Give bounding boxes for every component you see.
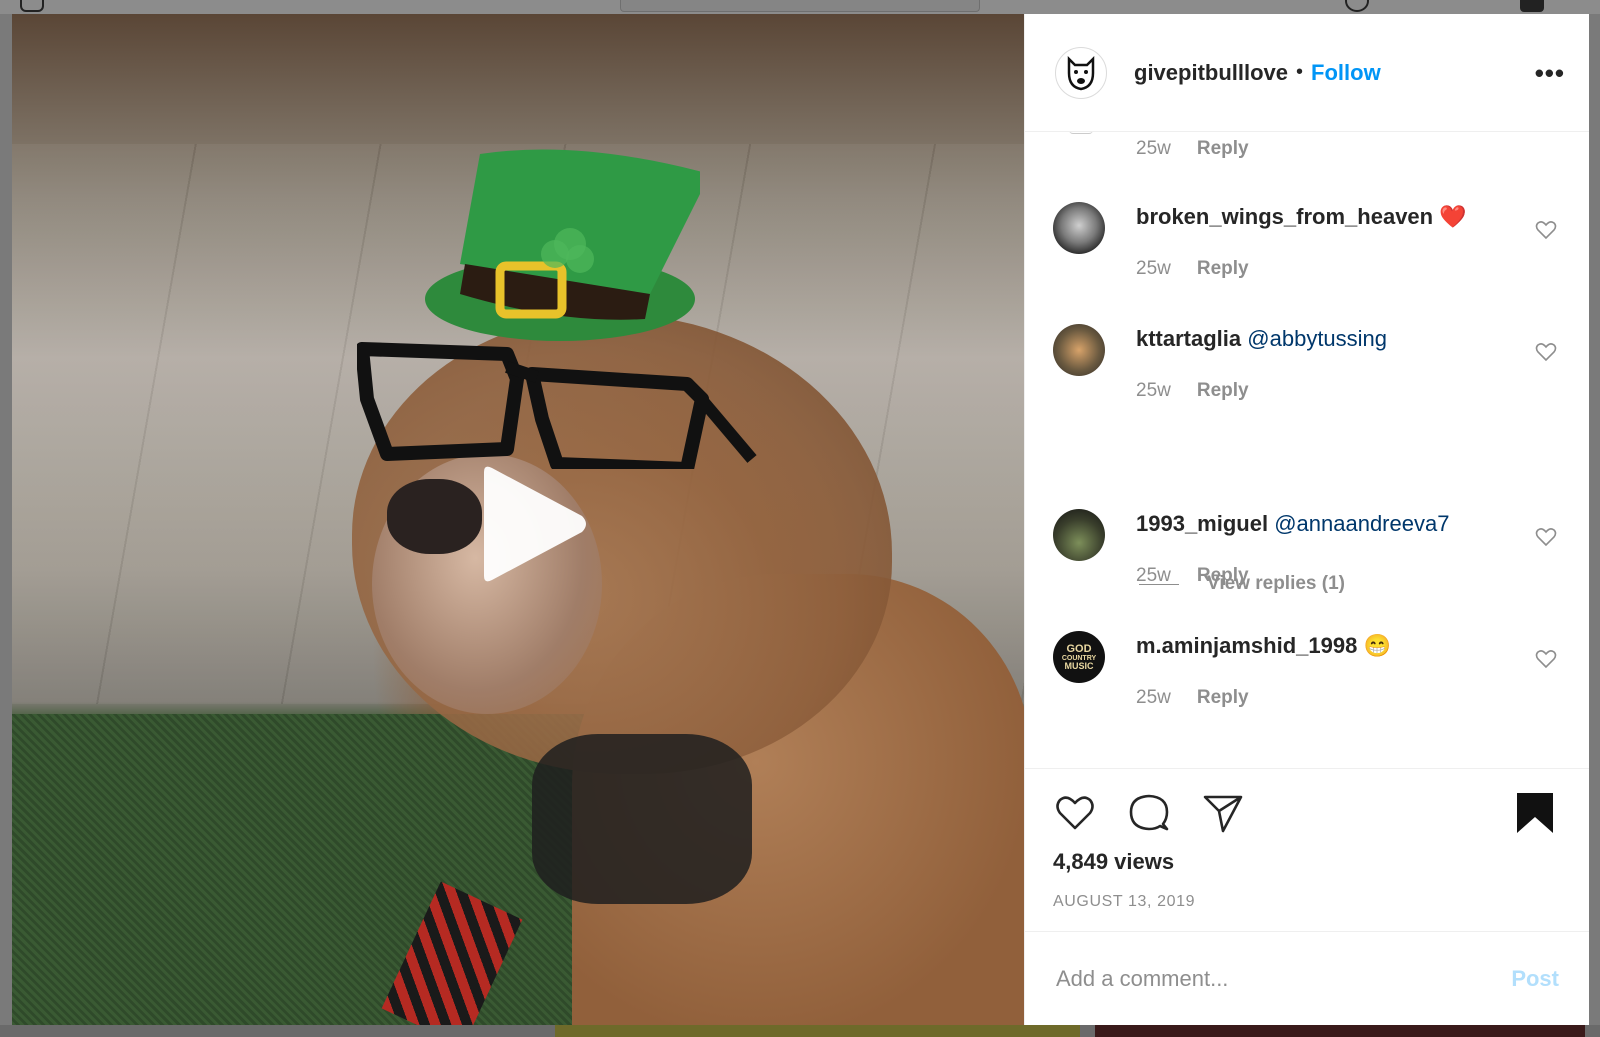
reply-button[interactable]: Reply [1197,687,1249,709]
commenter-avatar[interactable] [1053,324,1105,376]
commenter-username[interactable]: m.aminjamshid_1998 [1136,633,1357,658]
commenter-avatar[interactable] [1053,202,1105,254]
comment-time: 25w [1136,380,1171,401]
background-explore-icon [1345,0,1369,12]
heart-icon[interactable] [1534,647,1558,671]
post-sidebar: givepitbulllove • Follow ••• 25w Reply b… [1024,14,1589,1025]
comment-item: broken_wings_from_heaven ❤️ 25w Reply [1025,202,1589,302]
comment-mention[interactable]: @annaandreeva7 [1274,511,1449,536]
comment-mention[interactable]: @abbytussing [1247,326,1387,351]
follow-button[interactable]: Follow [1311,60,1381,86]
comment-time: 25w [1136,687,1171,708]
heart-icon[interactable] [1053,791,1097,835]
comment-text: m.aminjamshid_1998 😁 [1136,633,1391,659]
comment-input[interactable] [1056,965,1512,992]
video-leprechaun-hat [425,149,700,341]
avatar-badge-line: GOD [1066,642,1092,655]
comment-meta: 25w Reply [1136,565,1249,587]
heart-icon[interactable] [1534,218,1558,242]
header-separator: • [1296,61,1304,83]
author-username[interactable]: givepitbulllove [1134,60,1288,86]
comment-meta: 25w Reply [1136,687,1249,709]
author-avatar[interactable] [1055,46,1107,99]
video-glasses [357,342,757,469]
comment-time: 25w [1136,258,1171,279]
comment-icon[interactable] [1127,791,1171,835]
comments-list[interactable]: 25w Reply broken_wings_from_heaven ❤️ 25… [1025,132,1589,768]
comment-text: broken_wings_from_heaven ❤️ [1136,204,1467,230]
comment-item: GOD COUNTRY MUSIC m.aminjamshid_1998 😁 2… [1025,631,1589,731]
video-dog-nose [387,479,482,554]
comment-composer: Post [1025,931,1589,1025]
more-options-button[interactable]: ••• [1535,60,1565,86]
paper-plane-icon[interactable] [1201,791,1245,835]
reply-button[interactable]: Reply [1197,258,1249,280]
video-dog-harness [532,734,752,904]
bookmark-icon[interactable] [1513,791,1557,835]
commenter-username[interactable]: broken_wings_from_heaven [1136,204,1433,229]
post-video[interactable] [12,14,1024,1025]
comment-meta: 25w Reply [1136,380,1249,402]
avatar-badge-line: MUSIC [1064,660,1094,671]
partial-comment-meta: 25w Reply [1136,138,1249,160]
commenter-avatar[interactable]: GOD COUNTRY MUSIC [1053,631,1105,683]
post-comment-button[interactable]: Post [1511,966,1559,992]
post-modal: givepitbulllove • Follow ••• 25w Reply b… [12,14,1589,1025]
heart-icon[interactable] [1534,525,1558,549]
heart-icon[interactable] [1534,340,1558,364]
comment-text: kttartaglia @abbytussing [1136,326,1387,352]
comment-meta: 25w Reply [1136,258,1249,280]
background-profile-icon [1520,0,1544,12]
post-header: givepitbulllove • Follow ••• [1025,14,1589,132]
background-logo-icon [20,0,44,12]
reply-button[interactable]: Reply [1197,138,1249,160]
comment-emoji: ❤️ [1439,204,1467,229]
comment-item: kttartaglia @abbytussing 25w Reply [1025,324,1589,424]
comment-text: 1993_miguel @annaandreeva7 [1136,511,1449,537]
pitbull-logo-icon [1067,55,1095,90]
commenter-avatar[interactable] [1053,509,1105,561]
play-icon[interactable] [472,464,592,584]
post-actions: 4,849 views AUGUST 13, 2019 [1025,768,1589,931]
comment-item: 1993_miguel @annaandreeva7 25w Reply [1025,509,1589,609]
background-page-grid [0,1025,1600,1037]
view-count[interactable]: 4,849 views [1053,849,1174,875]
background-thumbnail [555,1025,1080,1037]
commenter-username[interactable]: 1993_miguel [1136,511,1268,536]
commenter-username[interactable]: kttartaglia [1136,326,1241,351]
background-page-header [0,0,1600,14]
comment-emoji: 😁 [1363,633,1391,658]
reply-button[interactable]: Reply [1197,380,1249,402]
partial-avatar [1069,132,1093,134]
background-search-bar [620,0,980,12]
background-thumbnail [1095,1025,1585,1037]
reply-button[interactable]: Reply [1197,565,1249,587]
post-date[interactable]: AUGUST 13, 2019 [1053,893,1195,911]
comment-time: 25w [1136,138,1171,159]
comment-time: 25w [1136,565,1171,586]
